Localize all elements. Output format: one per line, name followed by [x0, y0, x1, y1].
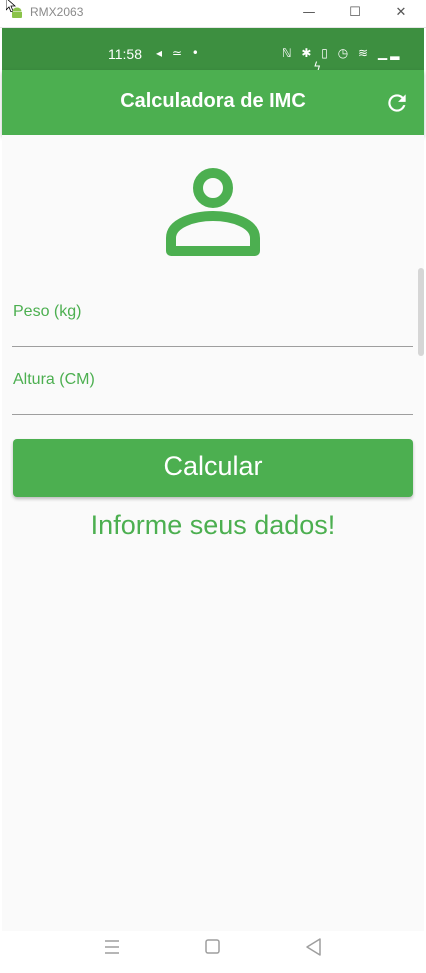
app-bar: Calculadora de IMC [2, 70, 424, 135]
menu-icon[interactable] [100, 937, 124, 957]
person-icon [166, 168, 260, 256]
page-title: Calculadora de IMC [120, 90, 306, 112]
maximize-button[interactable]: ☐ [344, 3, 366, 23]
height-field[interactable] [12, 414, 413, 415]
weight-field-label: Peso (kg) [13, 303, 82, 320]
close-button[interactable]: ✕ [390, 3, 412, 23]
scrollbar[interactable] [418, 268, 424, 356]
window-title: RMX2063 [30, 5, 84, 19]
status-time: 11:58 [108, 46, 142, 62]
calculate-button[interactable]: Calcular [13, 439, 413, 497]
back-icon[interactable] [302, 937, 326, 957]
navigation-bar [2, 931, 424, 971]
height-field-label: Altura (CM) [13, 371, 95, 388]
minimize-button[interactable]: — [298, 3, 320, 23]
status-bar: 11:58 ◂ ≃ • ℕ ✱ ▯ ◷ ≋ ▁▂ ▁▂ ϟ [2, 28, 424, 74]
result-text: Informe seus dados! [90, 510, 336, 540]
notification-icons: ◂ ≃ • [156, 46, 202, 60]
refresh-icon[interactable] [384, 90, 410, 116]
calculate-button-label: Calcular [163, 451, 263, 481]
home-icon[interactable] [200, 937, 224, 957]
android-icon [12, 7, 22, 18]
weight-field[interactable] [12, 346, 413, 347]
window-titlebar: RMX2063 — ☐ ✕ [0, 0, 426, 28]
